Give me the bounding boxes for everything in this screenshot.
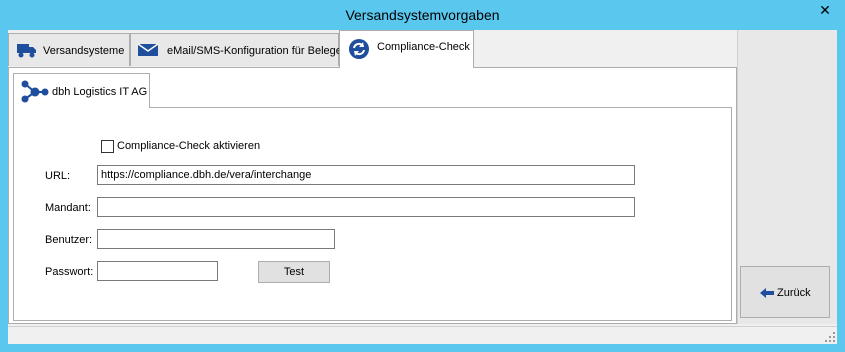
resize-grip-icon[interactable] (825, 332, 835, 342)
status-bar (8, 326, 837, 344)
activate-checkbox-label: Compliance-Check aktivieren (117, 140, 261, 152)
back-button[interactable]: Zurück (740, 266, 830, 318)
truck-icon (16, 41, 38, 62)
window-title: Versandsystemvorgaben (345, 7, 500, 23)
back-button-label: Zurück (777, 287, 811, 299)
dbh-settings-panel: Compliance-Check aktivieren URL: https:/… (13, 107, 732, 321)
checkbox-box[interactable] (101, 140, 114, 153)
url-label: URL: (45, 170, 71, 182)
title-bar: Versandsystemvorgaben ✕ (0, 0, 845, 30)
url-field[interactable]: https://compliance.dbh.de/vera/interchan… (97, 165, 635, 185)
tab-email-sms[interactable]: eMail/SMS-Konfiguration für Belege (130, 33, 342, 66)
passwort-field[interactable] (97, 261, 218, 281)
arrow-left-icon (759, 287, 775, 302)
passwort-label: Passwort: (45, 266, 94, 278)
network-icon (19, 79, 49, 106)
test-button[interactable]: Test (258, 261, 330, 283)
tab-compliance-check-label: Compliance-Check (377, 41, 470, 53)
tab-versandsysteme-label: Versandsysteme (43, 45, 125, 57)
benutzer-field[interactable] (97, 229, 335, 249)
close-button[interactable]: ✕ (811, 0, 839, 20)
tab-email-sms-label: eMail/SMS-Konfiguration für Belege (167, 45, 342, 57)
mandant-field[interactable] (97, 197, 635, 217)
mandant-label: Mandant: (45, 202, 91, 214)
benutzer-label: Benutzer: (45, 234, 93, 246)
tab-dbh-logistics-label: dbh Logistics IT AG (52, 86, 148, 98)
envelope-icon (137, 41, 159, 62)
compliance-panel: dbh Logistics IT AG Compliance-Check akt… (8, 67, 737, 324)
tab-dbh-logistics[interactable]: dbh Logistics IT AG (13, 73, 150, 108)
client-area: Versandsysteme eMail/SMS-Konfiguration f… (8, 30, 837, 344)
tab-compliance-check[interactable]: Compliance-Check (339, 30, 474, 68)
app-window: Versandsystemvorgaben ✕ Versandsysteme e… (0, 0, 845, 352)
refresh-icon (348, 38, 370, 63)
tab-versandsysteme[interactable]: Versandsysteme (8, 33, 130, 66)
